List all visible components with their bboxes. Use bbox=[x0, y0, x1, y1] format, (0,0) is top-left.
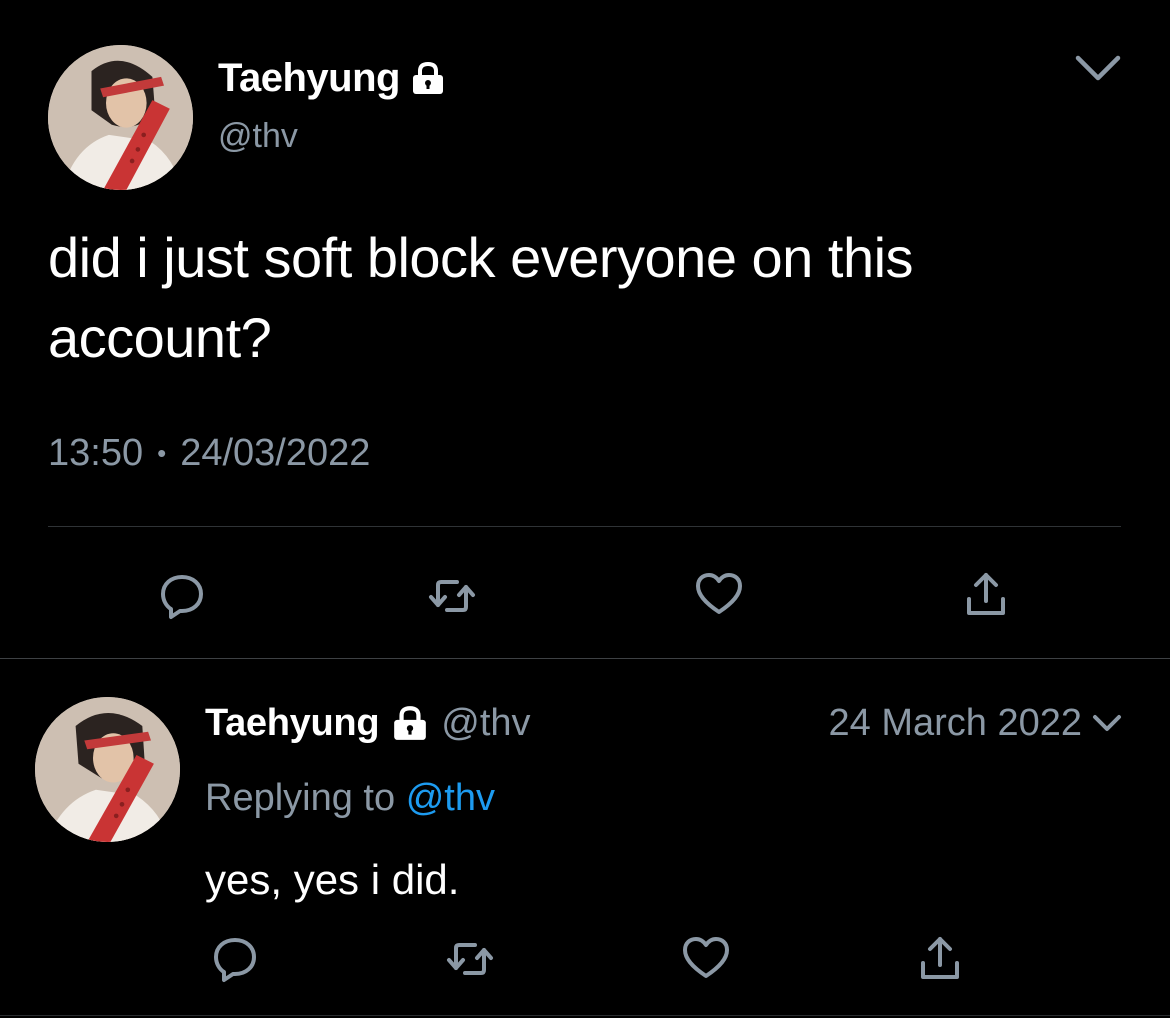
avatar-image bbox=[35, 697, 180, 842]
avatar[interactable] bbox=[48, 45, 193, 190]
replying-to-label: Replying to bbox=[205, 777, 396, 819]
replying-to-mention[interactable]: @thv bbox=[406, 777, 495, 819]
chevron-down-icon[interactable] bbox=[1072, 50, 1124, 86]
reply-date: 24 March 2022 bbox=[828, 702, 1083, 744]
lock-icon bbox=[410, 61, 446, 95]
heart-icon bbox=[683, 937, 729, 978]
tweet-text: did i just soft block everyone on this a… bbox=[48, 226, 914, 369]
reply-text: yes, yes i did. bbox=[205, 856, 460, 903]
reply-timestamp[interactable]: 24 March 2022 bbox=[829, 697, 1123, 749]
like-button[interactable] bbox=[689, 564, 749, 624]
reply-button[interactable] bbox=[205, 929, 265, 989]
tweet-time: 13:50 bbox=[48, 432, 144, 474]
share-icon bbox=[921, 937, 959, 979]
tweet-date: 24/03/2022 bbox=[180, 432, 371, 474]
display-name[interactable]: Taehyung bbox=[218, 52, 446, 104]
heart-icon bbox=[696, 573, 742, 614]
retweet-icon bbox=[447, 943, 493, 975]
meta-separator: • bbox=[157, 438, 167, 468]
tweet-timestamp[interactable]: 13:50 • 24/03/2022 bbox=[48, 428, 370, 478]
lock-icon bbox=[391, 705, 429, 741]
share-button[interactable] bbox=[910, 928, 970, 988]
share-icon bbox=[967, 573, 1005, 615]
reply-icon bbox=[214, 938, 256, 982]
share-button[interactable] bbox=[956, 564, 1016, 624]
retweet-button[interactable] bbox=[422, 566, 482, 626]
retweet-button[interactable] bbox=[440, 929, 500, 989]
like-button[interactable] bbox=[676, 928, 736, 988]
reply-handle[interactable]: @thv bbox=[441, 697, 530, 749]
replying-to: Replying to @thv bbox=[205, 773, 495, 823]
section-divider bbox=[0, 658, 1170, 659]
reply-display-name[interactable]: Taehyung bbox=[205, 697, 380, 749]
reply-icon bbox=[161, 575, 203, 619]
retweet-icon bbox=[429, 580, 475, 612]
reply-button[interactable] bbox=[152, 566, 212, 626]
reply-header: Taehyung @thv bbox=[205, 697, 531, 749]
user-handle[interactable]: @thv bbox=[218, 114, 298, 158]
reply-avatar[interactable] bbox=[35, 697, 180, 842]
display-name-text: Taehyung bbox=[218, 56, 400, 100]
chevron-down-icon[interactable] bbox=[1092, 712, 1122, 734]
bottom-divider bbox=[0, 1015, 1170, 1016]
avatar-image bbox=[48, 45, 193, 190]
divider bbox=[48, 526, 1121, 527]
